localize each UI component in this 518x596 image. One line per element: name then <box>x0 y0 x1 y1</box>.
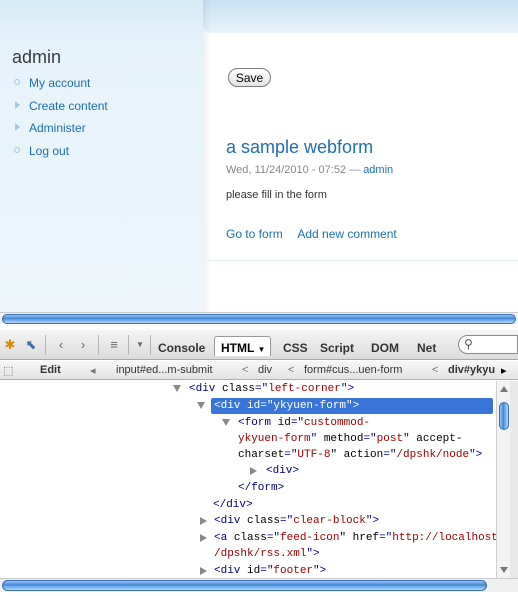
tree-node[interactable]: <div class="clear-block"> <box>214 513 379 529</box>
collapsed-twisty-icon[interactable] <box>200 517 207 525</box>
toolbar-separator <box>98 335 99 355</box>
list-icon[interactable]: ≡ <box>105 336 123 354</box>
tab-console[interactable]: Console <box>158 341 205 355</box>
layout-icon[interactable]: ⬚ <box>3 364 13 377</box>
tree-node[interactable]: <div id="footer"> <box>214 563 326 578</box>
collapsed-arrow-icon <box>15 100 20 109</box>
back-icon[interactable]: ‹ <box>52 336 70 354</box>
tree-node-cont[interactable]: /dpshk/rss.xml"> <box>214 546 320 562</box>
node-submitted-info: Wed, 11/24/2010 - 07:52 — admin <box>226 164 393 176</box>
tree-node[interactable]: <div class="left-corner"> <box>189 381 354 397</box>
tree-node-form-cont[interactable]: ykyuen-form" method="post" accept- <box>238 431 462 447</box>
path-scroll-right-icon[interactable]: ▸ <box>501 364 507 377</box>
tree-node-form[interactable]: <form id="custommod- <box>238 415 370 431</box>
tab-html-label: HTML <box>221 341 255 355</box>
toolbar-separator <box>45 335 46 355</box>
sidebar-link-my-account[interactable]: My account <box>29 76 90 90</box>
tree-node-close: </div> <box>213 499 253 511</box>
scroll-down-icon[interactable] <box>500 567 508 573</box>
tab-script[interactable]: Script <box>320 341 354 355</box>
collapsed-twisty-icon[interactable] <box>200 534 207 542</box>
tree-node[interactable]: <div> <box>266 463 299 479</box>
forward-icon[interactable]: › <box>74 336 92 354</box>
element-path-bar: ⬚ Edit ◂ input#ed...m-submit < div < for… <box>0 361 518 380</box>
node-title[interactable]: a sample webform <box>226 137 373 158</box>
search-icon: ⚲ <box>464 337 473 351</box>
edit-button[interactable]: Edit <box>40 364 61 376</box>
node-date: Wed, 11/24/2010 - 07:52 — <box>226 164 364 176</box>
content-shadow <box>203 0 211 312</box>
path-item-selected[interactable]: div#ykyu <box>448 364 495 376</box>
collapsed-twisty-icon[interactable] <box>250 467 257 475</box>
sidebar-item-my-account[interactable]: My account <box>14 76 108 99</box>
save-button[interactable]: Save <box>228 68 271 87</box>
path-separator: < <box>242 364 249 376</box>
tree-node-form-cont[interactable]: charset="UTF-8" action="/dpshk/node"> <box>238 447 482 463</box>
toolbar-separator <box>128 335 129 355</box>
sidebar-item-create-content[interactable]: Create content <box>14 99 108 122</box>
chevron-down-icon: ▼ <box>257 345 266 354</box>
collapsed-arrow-icon <box>15 123 20 131</box>
page-horizontal-scrollbar[interactable] <box>0 312 518 324</box>
sidebar-item-log-out[interactable]: Log out <box>14 144 108 167</box>
scrollbar-thumb[interactable] <box>499 402 509 430</box>
path-separator: < <box>288 364 295 376</box>
collapsed-twisty-icon[interactable] <box>200 567 207 575</box>
sidebar-menu: My account Create content Administer Log… <box>14 76 108 166</box>
webpage: admin My account Create content Administ… <box>0 0 518 312</box>
sidebar-item-administer[interactable]: Administer <box>14 121 108 144</box>
sidebar-link-create-content[interactable]: Create content <box>29 99 108 113</box>
path-scroll-left-icon[interactable]: ◂ <box>90 364 96 377</box>
html-tree: <div class="left-corner"> <div id="ykyue… <box>0 381 496 578</box>
tree-node-close: </form> <box>238 482 285 494</box>
tree-vertical-scrollbar[interactable] <box>496 381 510 578</box>
sidebar: admin My account Create content Administ… <box>0 0 203 312</box>
divider <box>203 260 518 261</box>
inspect-icon[interactable]: ⬉ <box>22 336 40 354</box>
leaf-bullet-icon <box>14 146 20 153</box>
path-item[interactable]: div <box>258 364 272 376</box>
node-links: Go to form Add new comment <box>226 227 409 241</box>
sidebar-link-administer[interactable]: Administer <box>29 121 86 135</box>
path-item[interactable]: input#ed...m-submit <box>116 364 213 376</box>
tree-horizontal-scrollbar[interactable] <box>0 578 518 592</box>
tree-node[interactable]: <a class="feed-icon" href="http://localh… <box>214 530 496 546</box>
panel-edge <box>510 381 518 578</box>
sidebar-title: admin <box>12 47 62 67</box>
dropdown-arrow-icon[interactable]: ▼ <box>131 336 149 354</box>
firebug-toolbar: ✱ ⬉ ‹ › ≡ ▼ Console HTML ▼ CSS Script DO… <box>0 330 518 360</box>
add-new-comment-link[interactable]: Add new comment <box>297 227 396 241</box>
tab-html[interactable]: HTML ▼ <box>214 336 271 356</box>
go-to-form-link[interactable]: Go to form <box>226 227 283 241</box>
browser-window: admin My account Create content Administ… <box>0 0 518 596</box>
expanded-twisty-icon[interactable] <box>222 419 230 426</box>
node-body: please fill in the form <box>226 189 327 201</box>
search-input[interactable]: ⚲ <box>458 335 518 354</box>
firebug-bug-icon[interactable]: ✱ <box>1 336 19 354</box>
tree-node-selected[interactable]: <div id="ykyuen-form"> <box>211 398 493 414</box>
expanded-twisty-icon[interactable] <box>197 402 205 409</box>
path-separator: < <box>432 364 439 376</box>
node-author-link[interactable]: admin <box>363 164 393 176</box>
firebug-panel: ✱ ⬉ ‹ › ≡ ▼ Console HTML ▼ CSS Script DO… <box>0 330 518 596</box>
sidebar-link-log-out[interactable]: Log out <box>29 144 69 158</box>
scroll-up-icon[interactable] <box>500 386 508 392</box>
tab-dom[interactable]: DOM <box>371 341 399 355</box>
tab-css[interactable]: CSS <box>283 341 308 355</box>
leaf-bullet-icon <box>14 79 20 85</box>
content-header-band <box>203 0 518 33</box>
scrollbar-thumb[interactable] <box>2 314 516 324</box>
scrollbar-thumb[interactable] <box>2 580 487 591</box>
toolbar-separator <box>150 335 151 355</box>
path-item[interactable]: form#cus...uen-form <box>304 364 402 376</box>
expanded-twisty-icon[interactable] <box>173 385 181 392</box>
tab-net[interactable]: Net <box>417 341 436 355</box>
